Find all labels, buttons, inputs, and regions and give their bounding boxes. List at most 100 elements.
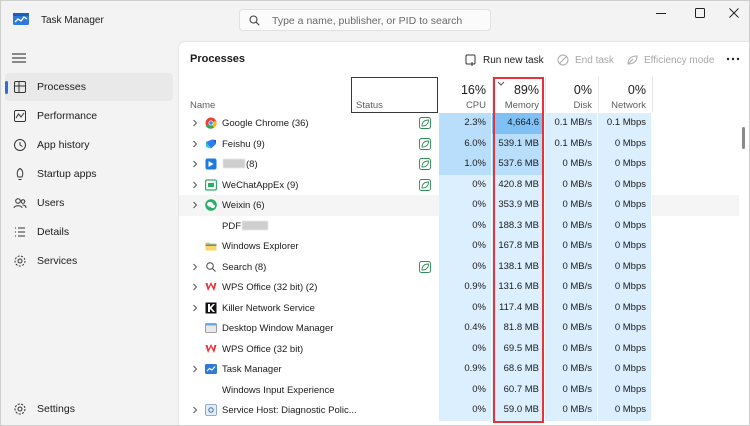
process-row[interactable]: Search (8) 0% 138.1 MB 0 MB/s 0 Mbps xyxy=(179,256,739,277)
process-name-suffix: (8) xyxy=(246,159,258,170)
expand-chevron-icon[interactable] xyxy=(192,140,198,148)
process-row[interactable]: WeChatAppEx (9) 0% 420.8 MB 0 MB/s 0 Mbps xyxy=(179,174,739,195)
search-box[interactable] xyxy=(239,9,491,31)
process-name: Desktop Window Manager xyxy=(222,323,333,334)
end-task-button[interactable]: End task xyxy=(557,51,614,69)
memory-cell: 539.1 MB xyxy=(492,133,545,154)
sidebar-item-app-history[interactable]: App history xyxy=(5,131,173,159)
process-name-text: WPS Office (32 bit) xyxy=(222,343,304,355)
memory-cell: 537.6 MB xyxy=(492,154,545,175)
network-cell: 0 Mbps xyxy=(598,297,652,318)
disk-cell: 0 MB/s xyxy=(545,174,598,195)
process-name-text: Feishu (9) xyxy=(222,138,265,150)
task-manager-icon xyxy=(205,364,217,374)
process-row[interactable]: Feishu (9) 6.0% 539.1 MB 0.1 MB/s 0 Mbps xyxy=(179,133,739,154)
process-row[interactable]: WPS Office (32 bit) 0% 69.5 MB 0 MB/s 0 Mbps xyxy=(179,338,739,359)
process-name-text: Killer Network Service xyxy=(222,302,315,314)
efficiency-mode-label: Efficiency mode xyxy=(644,54,715,66)
cpu-cell: 1.0% xyxy=(439,154,492,175)
sidebar-item-performance[interactable]: Performance xyxy=(5,102,173,130)
dwm-icon xyxy=(205,323,217,333)
sidebar-item-details[interactable]: Details xyxy=(5,218,173,246)
feishu-icon xyxy=(206,139,216,148)
process-name-text: WeChatAppEx (9) xyxy=(222,179,299,191)
status-header-label: Status xyxy=(356,100,383,111)
expand-chevron-icon[interactable] xyxy=(192,365,198,373)
expand-chevron-icon[interactable] xyxy=(192,263,198,271)
expand-chevron-icon[interactable] xyxy=(192,119,198,127)
column-header-memory[interactable]: 89% Memory xyxy=(492,76,545,112)
column-header-status[interactable]: Status xyxy=(351,77,438,113)
cpu-total-percent: 16% xyxy=(460,83,486,97)
sidebar-item-startup-apps[interactable]: Startup apps xyxy=(5,160,173,188)
task-manager-app-icon xyxy=(13,13,29,25)
memory-header-label: Memory xyxy=(504,100,539,111)
sidebar-item-label: App history xyxy=(37,139,90,151)
process-row[interactable]: PDF 0% 188.3 MB 0 MB/s 0 Mbps xyxy=(179,215,739,236)
settings-label: Settings xyxy=(37,403,75,415)
process-row[interactable]: Google Chrome (36) 2.3%4,664.6 MB0.1 MB/s… xyxy=(179,113,739,149)
network-cell: 0 Mbps xyxy=(598,277,652,298)
memory-cell: 138.1 MB xyxy=(492,256,545,277)
disk-cell: 0 MB/s xyxy=(545,297,598,318)
disk-cell: 0 MB/s xyxy=(545,256,598,277)
process-row[interactable]: Windows Input Experience 0% 60.7 MB 0 MB/s 0… xyxy=(179,379,739,400)
more-options-icon[interactable] xyxy=(725,53,741,65)
disk-cell: 0 MB/s xyxy=(545,338,598,359)
process-row[interactable]: WPS Office (32 bit) (2) 0.9% 131.6 MB 0 MB/… xyxy=(179,277,739,298)
network-cell: 0.1 Mbps xyxy=(598,113,652,134)
process-row[interactable]: Windows Explorer 0% 167.8 MB 0 MB/s 0 Mbps xyxy=(179,236,739,257)
network-cell: 0 Mbps xyxy=(598,154,652,175)
expand-chevron-icon[interactable] xyxy=(192,181,198,189)
process-row[interactable]: Task Manager 0.9% 68.6 MB 0 MB/s 0 Mbps xyxy=(179,359,739,380)
expand-chevron-icon[interactable] xyxy=(192,160,198,168)
cpu-cell: 0% xyxy=(439,215,492,236)
expand-chevron-icon[interactable] xyxy=(192,406,198,414)
expand-chevron-icon[interactable] xyxy=(192,304,198,312)
process-name: WPS Office (32 bit) (2) xyxy=(222,282,317,293)
network-header-label: Network xyxy=(611,100,646,111)
maximize-button[interactable] xyxy=(682,1,718,25)
disk-cell: 0.1 MB/s xyxy=(545,113,598,134)
cpu-cell: 0% xyxy=(439,236,492,257)
disk-cell: 0 MB/s xyxy=(545,318,598,339)
vertical-scrollbar-thumb[interactable] xyxy=(742,127,745,149)
column-header-network[interactable]: 0% Network xyxy=(598,76,652,112)
run-new-task-button[interactable]: Run new task xyxy=(465,51,544,69)
memory-total-percent: 89% xyxy=(513,83,539,97)
cpu-cell: 0% xyxy=(439,195,492,216)
sidebar-item-processes[interactable]: Processes xyxy=(5,73,173,101)
maximize-icon xyxy=(695,8,705,18)
redacted-text xyxy=(242,220,268,230)
expand-chevron-icon[interactable] xyxy=(192,283,198,291)
processes-pane: Processes Run new task End task Efficien… xyxy=(178,41,749,425)
app-title: Task Manager xyxy=(41,15,104,26)
sidebar-item-users[interactable]: Users xyxy=(5,189,173,217)
close-button[interactable] xyxy=(716,1,749,25)
process-name-text: Windows Explorer xyxy=(222,241,299,252)
cpu-cell: 0% xyxy=(439,338,492,359)
title-bar: Task Manager xyxy=(1,1,749,39)
process-name: WPS Office (32 bit) xyxy=(222,344,303,355)
wechatappex-icon xyxy=(205,178,217,191)
hamburger-menu-icon[interactable] xyxy=(11,51,27,65)
efficiency-mode-leaf-icon xyxy=(419,158,431,170)
minimize-button[interactable] xyxy=(643,1,679,25)
column-header-name[interactable]: Name xyxy=(190,100,215,111)
column-header-cpu[interactable]: 16% CPU xyxy=(439,76,492,112)
column-header-disk[interactable]: 0% Disk xyxy=(545,76,598,112)
search-input[interactable] xyxy=(272,13,484,28)
process-name-text: PDF xyxy=(222,220,241,232)
process-row[interactable]: Killer Network Service 0% 117.4 MB 0 MB/s 0 … xyxy=(179,297,739,318)
sidebar-item-settings[interactable]: Settings xyxy=(5,395,173,423)
process-row[interactable]: Service Host: Diagnostic Polic... 0% 59.0 … xyxy=(179,400,739,421)
sidebar-item-services[interactable]: Services xyxy=(5,247,173,275)
process-row[interactable]: Weixin (6) 0% 353.9 MB 0 MB/s 0 Mbps xyxy=(179,195,739,216)
task-manager-window: Task Manager Processes Pe xyxy=(0,0,750,426)
disk-cell: 0 MB/s xyxy=(545,359,598,380)
network-cell: 0 Mbps xyxy=(598,359,652,380)
process-row[interactable]: (8) 1.0% 537.6 MB 0 MB/s 0 Mbps xyxy=(179,154,739,175)
process-row[interactable]: Desktop Window Manager 0.4% 81.8 MB 0 MB/s 0… xyxy=(179,318,739,339)
expand-chevron-icon[interactable] xyxy=(192,201,198,209)
efficiency-mode-button[interactable]: Efficiency mode xyxy=(626,51,714,69)
